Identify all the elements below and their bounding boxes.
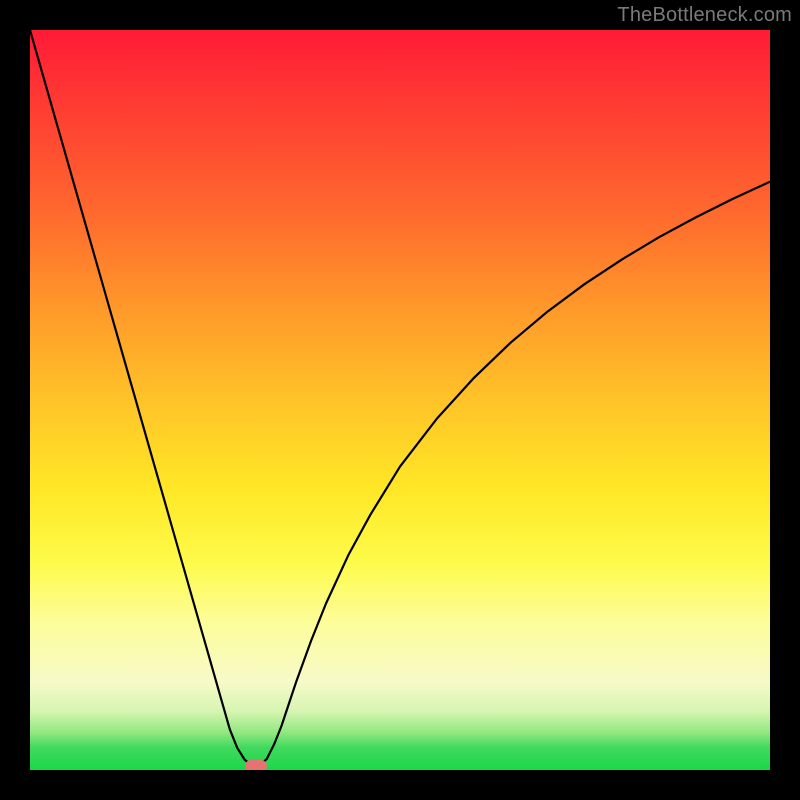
gradient-background [30,30,770,770]
plot-area [30,30,770,770]
chart-frame: TheBottleneck.com [0,0,800,800]
watermark-text: TheBottleneck.com [617,4,792,27]
